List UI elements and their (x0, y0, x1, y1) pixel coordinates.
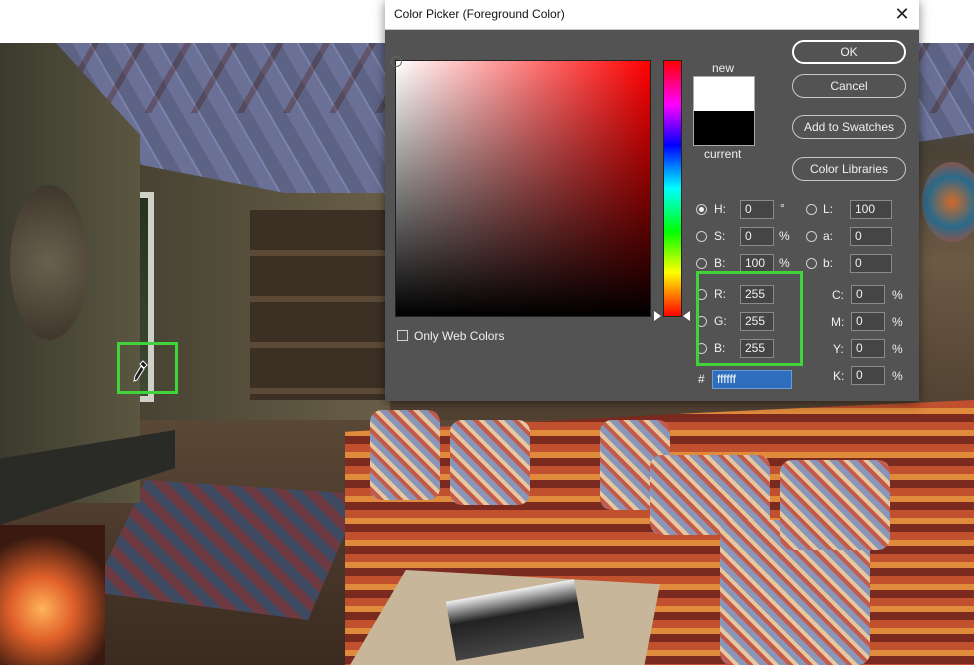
saturation-unit: % (779, 229, 790, 243)
hue-unit: ° (780, 201, 785, 215)
cyan-input[interactable]: 0 (851, 285, 885, 304)
hue-slider-handle-right[interactable] (683, 311, 690, 321)
only-web-colors-label: Only Web Colors (414, 329, 505, 343)
lab-a-input[interactable]: 0 (850, 227, 892, 246)
sofa-pillow (370, 410, 440, 500)
hue-radio[interactable] (696, 204, 707, 215)
saturation-label: S: (714, 229, 726, 243)
brightness-radio[interactable] (696, 258, 707, 269)
dialog-titlebar[interactable]: Color Picker (Foreground Color) ✕ (385, 0, 919, 30)
lab-a-label: a: (823, 229, 834, 243)
brightness-label: B: (714, 256, 726, 270)
cyan-label: C: (832, 288, 844, 302)
saturation-brightness-field[interactable] (391, 56, 651, 317)
close-icon[interactable]: ✕ (891, 3, 913, 25)
saturation-radio[interactable] (696, 231, 707, 242)
magenta-input[interactable]: 0 (851, 312, 885, 331)
yellow-label: Y: (833, 342, 844, 356)
hue-label: H: (714, 202, 726, 216)
new-color-swatch (694, 77, 754, 111)
black-unit: % (892, 369, 903, 383)
current-color-swatch[interactable] (694, 111, 754, 145)
color-swatch (693, 76, 755, 146)
wall-plate (922, 162, 974, 242)
lab-l-input[interactable]: 100 (850, 200, 892, 219)
lab-a-radio[interactable] (806, 231, 817, 242)
cancel-button[interactable]: Cancel (792, 74, 906, 98)
hex-label: # (698, 372, 705, 386)
rgb-highlight-box (696, 271, 803, 366)
lab-b-radio[interactable] (806, 258, 817, 269)
lab-b-label: b: (823, 256, 834, 270)
hue-slider[interactable] (663, 60, 682, 317)
hue-slider-handle-left[interactable] (654, 311, 661, 321)
color-libraries-button[interactable]: Color Libraries (792, 157, 906, 181)
wall-mirror (10, 185, 88, 340)
sofa-pillow (780, 460, 890, 550)
swatch-current-label: current (704, 147, 742, 161)
black-input[interactable]: 0 (851, 366, 885, 385)
brightness-unit: % (779, 256, 790, 270)
lab-l-radio[interactable] (806, 204, 817, 215)
saturation-input[interactable]: 0 (740, 227, 774, 246)
hue-input[interactable]: 0 (740, 200, 774, 219)
ok-button[interactable]: OK (792, 40, 906, 64)
fireplace-fire (0, 525, 105, 665)
color-picker-dialog: Color Picker (Foreground Color) ✕ new cu… (385, 0, 919, 401)
room-shelf (250, 210, 390, 400)
yellow-unit: % (892, 342, 903, 356)
only-web-colors-checkbox[interactable] (397, 330, 408, 341)
cyan-unit: % (892, 288, 903, 302)
magenta-label: M: (831, 315, 845, 329)
yellow-input[interactable]: 0 (851, 339, 885, 358)
sofa-pillow (450, 420, 530, 505)
lab-l-label: L: (823, 202, 834, 216)
black-label: K: (833, 369, 845, 383)
hex-input[interactable]: ffffff (712, 370, 792, 389)
lab-b-input[interactable]: 0 (850, 254, 892, 273)
swatch-new-label: new (712, 61, 735, 75)
add-to-swatches-button[interactable]: Add to Swatches (792, 115, 906, 139)
eyedropper-icon (133, 360, 148, 382)
dialog-title: Color Picker (Foreground Color) (394, 7, 565, 21)
field-picker-marker[interactable] (391, 56, 402, 67)
magenta-unit: % (892, 315, 903, 329)
